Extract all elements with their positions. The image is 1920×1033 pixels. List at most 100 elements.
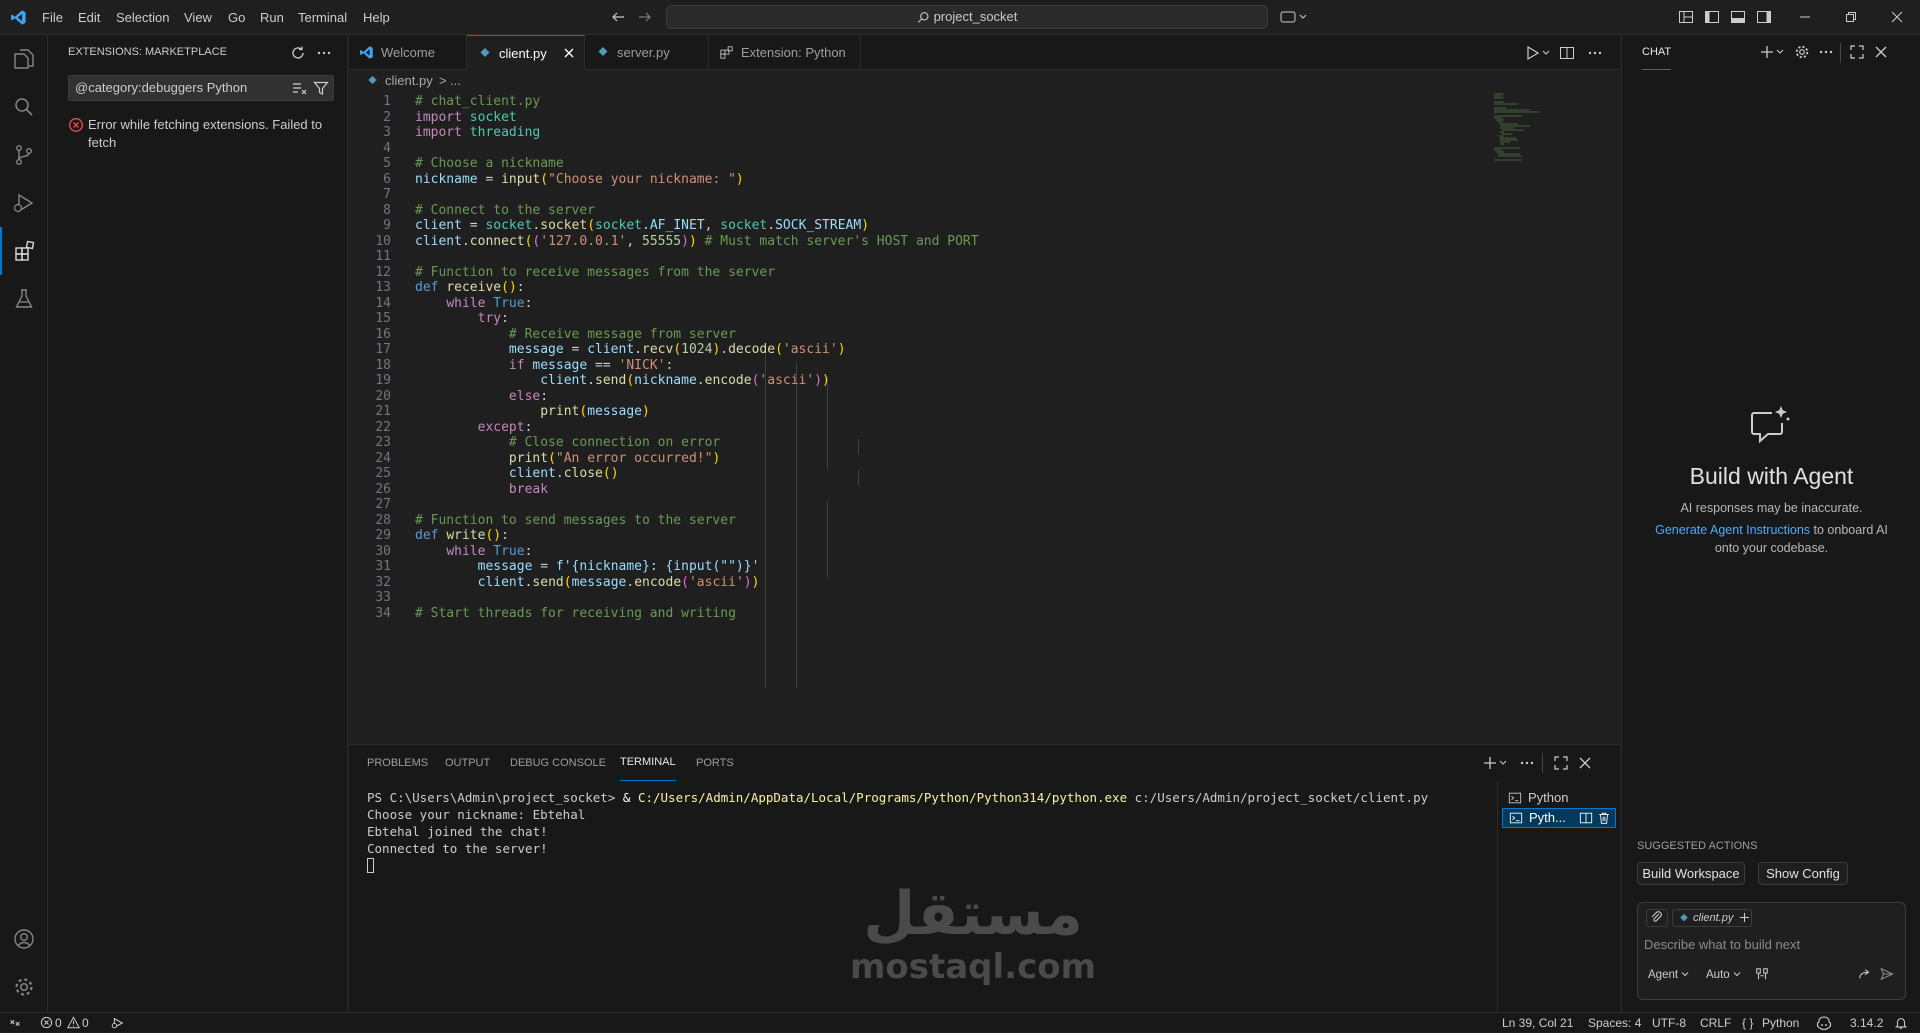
testing-flask-icon[interactable] xyxy=(0,275,48,323)
chat-instructions-line3: onto your codebase. xyxy=(1714,541,1829,555)
model-label: Auto xyxy=(1706,969,1730,981)
terminal-icon xyxy=(1509,811,1523,825)
maximize-chat-icon[interactable] xyxy=(1849,44,1865,60)
build-workspace-button[interactable]: Build Workspace xyxy=(1637,862,1745,885)
tab-welcome[interactable]: Welcome xyxy=(349,35,467,70)
toggle-primary-sidebar-icon[interactable] xyxy=(1704,9,1720,25)
run-debug-icon[interactable] xyxy=(0,179,48,227)
terminal-cursor[interactable] xyxy=(367,858,374,873)
close-chat-icon[interactable] xyxy=(1873,44,1889,60)
tab-server-py[interactable]: server.py xyxy=(585,35,709,70)
terminal-python-exe: C:/Users/Admin/AppData/Local/Programs/Py… xyxy=(637,790,1128,805)
search-view-icon[interactable] xyxy=(0,83,48,131)
watermark-latin: mostaql.com xyxy=(849,947,1097,987)
extensions-icon[interactable] xyxy=(0,227,48,275)
tab-extension-python[interactable]: Extension: Python xyxy=(709,35,861,70)
menu-run[interactable]: Run xyxy=(260,0,284,35)
add-context-plus-icon[interactable] xyxy=(1739,912,1750,923)
chat-subtitle: AI responses may be inaccurate. xyxy=(1680,501,1863,515)
indentation[interactable]: Spaces: 4 xyxy=(1588,1013,1641,1033)
encoding[interactable]: UTF-8 xyxy=(1652,1013,1686,1033)
chat-more-icon[interactable] xyxy=(1818,44,1834,60)
panel-tab-debug-console[interactable]: DEBUG CONSOLE xyxy=(510,745,606,781)
menu-go[interactable]: Go xyxy=(228,0,245,35)
clear-filter-icon[interactable] xyxy=(291,80,307,96)
kill-terminal-trash-icon[interactable] xyxy=(1597,811,1611,825)
panel-more-icon[interactable] xyxy=(1519,755,1535,771)
terminal-list-item-python[interactable]: Python xyxy=(1502,789,1616,807)
menu-help[interactable]: Help xyxy=(363,0,390,35)
code-editor[interactable]: 1 # chat_client.py 2 import socket 3 import t… xyxy=(349,92,1620,744)
copilot-toggle-icon[interactable] xyxy=(1280,9,1308,25)
minimap[interactable] xyxy=(1492,92,1620,712)
close-panel-icon[interactable] xyxy=(1577,755,1593,771)
chat-sparkle-icon xyxy=(1748,405,1792,445)
language-mode[interactable]: Python xyxy=(1762,1013,1799,1033)
debug-status-icon[interactable] xyxy=(110,1016,124,1030)
show-config-button[interactable]: Show Config xyxy=(1758,862,1848,885)
model-dropdown[interactable]: Auto xyxy=(1706,969,1741,981)
cursor-position[interactable]: Ln 39, Col 21 xyxy=(1502,1013,1573,1033)
menu-selection[interactable]: Selection xyxy=(116,0,169,35)
panel-tab-output[interactable]: OUTPUT xyxy=(445,745,490,781)
editor-more-actions-icon[interactable] xyxy=(1587,45,1603,61)
generate-instructions-link[interactable]: Generate Agent Instructions xyxy=(1655,523,1810,537)
split-editor-icon[interactable] xyxy=(1559,45,1575,61)
more-actions-icon[interactable] xyxy=(316,45,332,61)
suggested-actions-label: SUGGESTED ACTIONS xyxy=(1637,840,1758,852)
delegate-arrow-icon[interactable] xyxy=(1858,967,1872,981)
split-terminal-icon[interactable] xyxy=(1579,811,1593,825)
attach-context-icon[interactable] xyxy=(1646,909,1668,927)
tab-client-py[interactable]: client.py xyxy=(467,35,585,70)
explorer-icon[interactable] xyxy=(0,35,48,83)
agent-mode-dropdown[interactable]: Agent xyxy=(1648,969,1689,981)
line-code: nickname = input("Choose your nickname: … xyxy=(415,171,744,187)
menu-terminal[interactable]: Terminal xyxy=(298,0,347,35)
close-window-icon[interactable] xyxy=(1889,9,1905,25)
context-file-chip[interactable]: client.py xyxy=(1672,909,1752,927)
chat-input-box[interactable]: client.py Describe what to build next Ag… xyxy=(1637,902,1906,1000)
accounts-icon[interactable] xyxy=(0,915,48,963)
refresh-icon[interactable] xyxy=(290,45,306,61)
close-tab-icon[interactable] xyxy=(562,46,576,60)
back-arrow-icon[interactable] xyxy=(610,9,626,25)
python-version[interactable]: 3.14.2 xyxy=(1850,1013,1883,1033)
error-message-line1: Error while fetching extensions. Failed … xyxy=(88,117,323,132)
menu-view[interactable]: View xyxy=(184,0,212,35)
toggle-secondary-sidebar-icon[interactable] xyxy=(1756,9,1772,25)
restore-icon[interactable] xyxy=(1843,9,1859,25)
breadcrumb-symbols[interactable]: ... xyxy=(450,70,461,92)
terminal-prompt: PS C:\Users\Admin\project_socket> xyxy=(367,790,623,805)
line-endings[interactable]: CRLF xyxy=(1700,1013,1731,1033)
chat-settings-gear-icon[interactable] xyxy=(1794,44,1810,60)
chat-header[interactable]: CHAT xyxy=(1642,35,1672,70)
command-center-search[interactable]: project_socket xyxy=(666,5,1268,29)
notifications-bell-icon[interactable] xyxy=(1894,1016,1908,1030)
copilot-status-icon[interactable] xyxy=(1816,1015,1832,1031)
settings-gear-icon[interactable] xyxy=(0,963,48,1011)
menu-edit[interactable]: Edit xyxy=(78,0,100,35)
tools-icon[interactable] xyxy=(1755,967,1769,981)
panel-tab-terminal[interactable]: TERMINAL xyxy=(620,745,676,781)
chat-title: Build with Agent xyxy=(1689,463,1854,489)
filter-icon[interactable] xyxy=(313,80,329,96)
toggle-panel-icon[interactable] xyxy=(1730,9,1746,25)
breadcrumb-file[interactable]: client.py xyxy=(385,70,433,92)
run-file-icon[interactable] xyxy=(1525,45,1551,61)
new-terminal-icon[interactable] xyxy=(1483,755,1509,771)
menu-file[interactable]: File xyxy=(42,0,63,35)
maximize-panel-icon[interactable] xyxy=(1553,755,1569,771)
panel-tab-ports[interactable]: PORTS xyxy=(696,745,734,781)
minimize-icon[interactable] xyxy=(1797,9,1813,25)
vscode-logo-icon xyxy=(10,9,27,26)
new-chat-icon[interactable] xyxy=(1760,44,1788,60)
forward-arrow-icon[interactable] xyxy=(637,9,653,25)
send-icon[interactable] xyxy=(1880,967,1894,981)
error-count: 0 xyxy=(55,1016,62,1030)
panel-tab-problems[interactable]: PROBLEMS xyxy=(367,745,428,781)
terminal-list-item-active[interactable]: Pyth... xyxy=(1502,808,1616,828)
remote-indicator-icon[interactable] xyxy=(8,1016,22,1030)
extension-search-input[interactable]: @category:debuggers Python xyxy=(68,75,334,101)
source-control-icon[interactable] xyxy=(0,131,48,179)
customize-layout-icon[interactable] xyxy=(1678,9,1694,25)
